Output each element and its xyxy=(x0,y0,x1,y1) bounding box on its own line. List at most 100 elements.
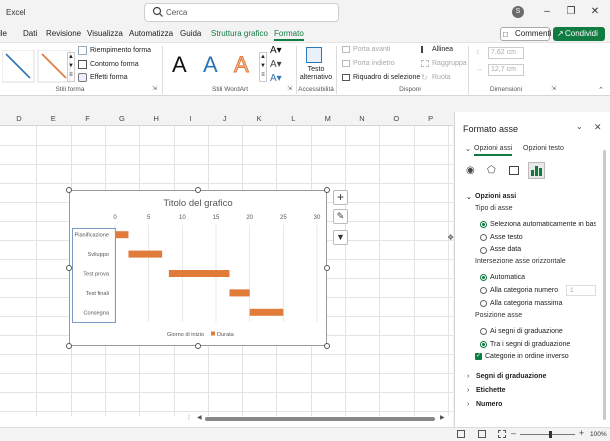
column-header[interactable]: F xyxy=(71,114,105,123)
option-automatic[interactable]: Automatica xyxy=(490,274,525,281)
pane-close-icon[interactable]: ✕ xyxy=(594,122,602,133)
radio-max-category[interactable] xyxy=(480,300,487,307)
option-category-number[interactable]: Alla categoria numero xyxy=(490,287,558,294)
effects-button[interactable]: Effetti forma xyxy=(90,74,128,81)
search-placeholder[interactable]: Cerca xyxy=(166,8,187,17)
radio-automatic[interactable] xyxy=(480,274,487,281)
column-header[interactable]: E xyxy=(36,114,70,123)
resize-handle[interactable] xyxy=(324,265,330,271)
page-break-icon[interactable] xyxy=(498,430,506,438)
section-number[interactable]: Numero xyxy=(476,401,502,408)
wordart-black[interactable]: A xyxy=(172,52,187,78)
resize-handle[interactable] xyxy=(195,187,201,193)
radio-text-axis[interactable] xyxy=(480,234,487,241)
column-header[interactable]: H xyxy=(139,114,173,123)
align-button[interactable]: Allinea xyxy=(432,46,453,53)
text-effects-icon[interactable]: A▾ xyxy=(270,73,282,84)
minimize-icon[interactable]: – xyxy=(538,4,556,20)
option-on-tick-marks[interactable]: Ai segni di graduazione xyxy=(490,328,563,335)
shape-style-gallery[interactable] xyxy=(2,50,74,84)
bring-forward-button[interactable]: Porta avanti xyxy=(353,46,390,53)
tab-dati[interactable]: Dati xyxy=(23,29,37,38)
expand-icon[interactable]: › xyxy=(467,373,469,380)
tab-axis-options[interactable]: Opzioni assi xyxy=(474,145,513,156)
expand-icon[interactable]: › xyxy=(467,401,469,408)
tab-struttura-grafico[interactable]: Struttura grafico xyxy=(211,29,268,38)
sheet-options-icon[interactable]: ⋮ xyxy=(186,414,192,421)
option-max-category[interactable]: Alla categoria massima xyxy=(490,300,562,307)
dialog-launcher-icon[interactable]: ⇲ xyxy=(152,85,157,92)
zoom-in-icon[interactable]: + xyxy=(579,428,584,438)
zoom-out-icon[interactable]: – xyxy=(511,428,516,438)
option-auto-select[interactable]: Seleziona automaticamente in base a xyxy=(490,221,596,228)
section-labels[interactable]: Etichette xyxy=(476,387,506,394)
option-between-tick-marks[interactable]: Tra i segni di graduazione xyxy=(490,341,570,348)
tab-file[interactable]: ile xyxy=(0,29,7,38)
radio-on-tick-marks[interactable] xyxy=(480,328,487,335)
radio-date-axis[interactable] xyxy=(480,247,487,254)
resize-handle[interactable] xyxy=(195,343,201,349)
pane-resize-icon[interactable]: ❖ xyxy=(447,233,454,242)
close-window-icon[interactable]: ✕ xyxy=(586,4,604,20)
zoom-level[interactable]: 100% xyxy=(590,431,607,438)
chart-elements-button[interactable]: + xyxy=(333,190,348,205)
radio-category-number[interactable] xyxy=(480,287,487,294)
collapse-ribbon-icon[interactable]: ⌃ xyxy=(598,86,604,94)
axis-options-icon[interactable] xyxy=(528,162,545,179)
column-header[interactable]: D xyxy=(2,114,36,123)
section-tick-marks[interactable]: Segni di graduazione xyxy=(476,373,546,380)
tab-formato[interactable]: Formato xyxy=(274,29,304,41)
tab-revisione[interactable]: Revisione xyxy=(46,29,81,38)
alt-text-button-line2[interactable]: alternativo xyxy=(298,74,334,81)
rotate-button[interactable]: Ruota xyxy=(432,74,451,81)
dialog-launcher-icon[interactable]: ⇲ xyxy=(551,85,556,92)
axis-selection-box[interactable] xyxy=(72,228,116,323)
column-header[interactable]: K xyxy=(242,114,276,123)
fill-button[interactable]: Riempimento forma xyxy=(90,47,151,54)
column-header[interactable]: P xyxy=(414,114,448,123)
resize-handle[interactable] xyxy=(66,265,72,271)
pane-scrollbar[interactable] xyxy=(603,150,606,420)
fill-line-icon[interactable]: ◉ xyxy=(466,165,475,176)
size-properties-icon[interactable] xyxy=(509,166,519,175)
effects-pentagon-icon[interactable]: ⬠ xyxy=(487,165,496,176)
option-reverse-order[interactable]: Categorie in ordine inverso xyxy=(485,353,569,360)
radio-between-tick-marks[interactable] xyxy=(480,341,487,348)
scroll-left-icon[interactable]: ◀ xyxy=(197,414,202,421)
horizontal-scrollbar[interactable] xyxy=(205,417,435,421)
option-text-axis[interactable]: Asse testo xyxy=(490,234,523,241)
alt-text-button[interactable]: Testo xyxy=(304,66,328,73)
normal-view-icon[interactable] xyxy=(457,430,465,438)
tab-automatizza[interactable]: Automatizza xyxy=(129,29,173,38)
scroll-right-icon[interactable]: ▶ xyxy=(440,414,445,421)
wordart-blue[interactable]: A xyxy=(203,52,218,78)
group-button[interactable]: Raggruppa xyxy=(432,60,467,67)
selection-pane-button[interactable]: Riquadro di selezione xyxy=(353,74,420,81)
text-fill-icon[interactable]: A▾ xyxy=(270,45,282,56)
tab-visualizza[interactable]: Visualizza xyxy=(87,29,123,38)
column-header[interactable]: M xyxy=(311,114,345,123)
resize-handle[interactable] xyxy=(66,187,72,193)
dialog-launcher-icon[interactable]: ⇲ xyxy=(287,85,292,92)
zoom-slider[interactable] xyxy=(520,434,575,435)
tab-text-options[interactable]: Opzioni testo xyxy=(523,145,564,152)
section-axis-options[interactable]: Opzioni assi xyxy=(475,193,516,200)
resize-handle[interactable] xyxy=(66,343,72,349)
resize-handle[interactable] xyxy=(324,187,330,193)
text-outline-icon[interactable]: A▾ xyxy=(270,59,282,70)
wordart-scroll[interactable]: ▲ ▼ ≡ xyxy=(259,52,267,82)
category-number-input[interactable]: 1 xyxy=(566,285,596,296)
radio-auto-select[interactable] xyxy=(480,221,487,228)
tab-guida[interactable]: Guida xyxy=(180,29,201,38)
width-input[interactable]: 12,7 cm xyxy=(488,64,524,76)
option-date-axis[interactable]: Asse data xyxy=(490,246,521,253)
expand-icon[interactable]: › xyxy=(467,387,469,394)
chart-styles-icon[interactable]: ✎ xyxy=(333,209,348,224)
pane-options-chevron-icon[interactable]: ⌄ xyxy=(576,122,583,131)
outline-button[interactable]: Contorno forma xyxy=(90,61,139,68)
checkbox-reverse-order[interactable]: ✓ xyxy=(475,353,482,360)
chart-filter-icon[interactable]: ▼ xyxy=(333,230,348,245)
column-header[interactable]: O xyxy=(379,114,413,123)
height-input[interactable]: 7,62 cm xyxy=(488,47,524,59)
resize-handle[interactable] xyxy=(324,343,330,349)
